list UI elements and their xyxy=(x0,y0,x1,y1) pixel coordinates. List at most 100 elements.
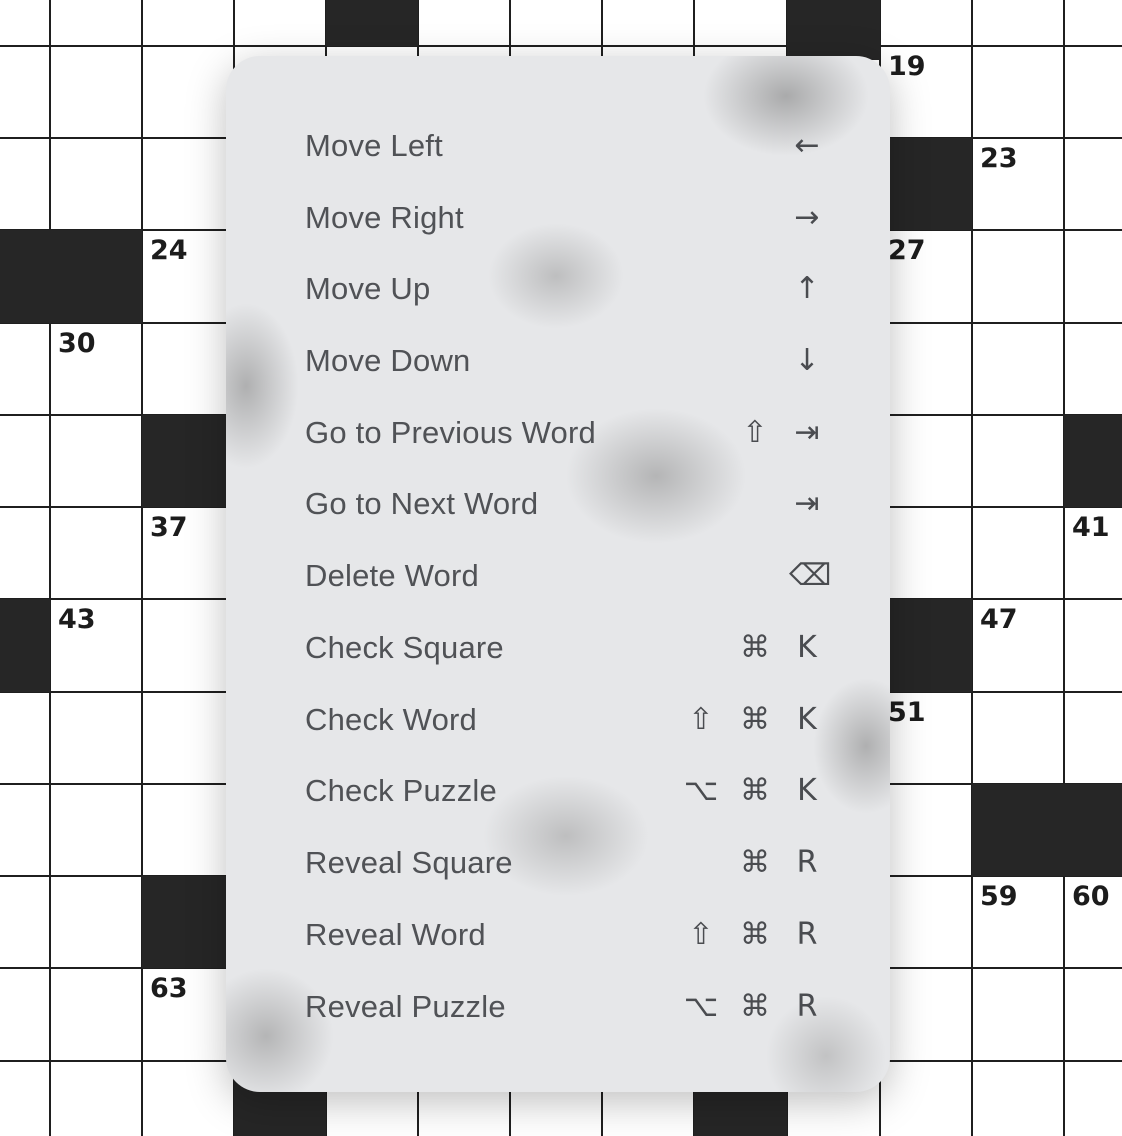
menu-item-move-left[interactable]: Move Left ← xyxy=(305,121,825,171)
black-square xyxy=(972,784,1122,876)
modifier-key xyxy=(737,551,773,601)
menu-item-label: Check Square xyxy=(305,630,504,665)
shortcut-keys: ← xyxy=(675,121,825,171)
shift-icon: ⇧ xyxy=(688,917,714,952)
black-square xyxy=(0,599,50,692)
black-square xyxy=(0,230,142,323)
menu-item-label: Check Puzzle xyxy=(305,773,497,808)
modifier-key xyxy=(737,264,773,314)
command-icon: ⌘ xyxy=(740,702,770,737)
clue-number: 47 xyxy=(980,604,1018,635)
modifier-key xyxy=(683,264,719,314)
modifier-key xyxy=(683,551,719,601)
modifier-key xyxy=(737,193,773,243)
command-icon: ⌘ xyxy=(740,989,770,1024)
menu-item-move-up[interactable]: Move Up ↑ xyxy=(305,264,825,314)
key-label: K xyxy=(797,630,817,665)
black-square xyxy=(142,415,234,507)
menu-item-label: Delete Word xyxy=(305,558,479,593)
clue-number: 19 xyxy=(888,51,926,82)
modifier-key xyxy=(683,408,719,458)
clue-number: 51 xyxy=(888,697,926,728)
grid-line xyxy=(0,45,1122,47)
black-square xyxy=(880,138,972,230)
down-arrow-icon: ↓ xyxy=(794,343,820,378)
shortcut-keys: ⌥ ⌘ R xyxy=(675,982,825,1032)
command-icon: ⌘ xyxy=(740,630,770,665)
modifier-key xyxy=(683,121,719,171)
menu-item-label: Go to Previous Word xyxy=(305,415,596,450)
modifier-key xyxy=(737,479,773,529)
shortcut-keys: ⌘ R xyxy=(675,838,825,888)
menu-item-previous-word[interactable]: Go to Previous Word ⇧ ⇥ xyxy=(305,408,825,458)
command-icon: ⌘ xyxy=(740,917,770,952)
clue-number: 59 xyxy=(980,881,1018,912)
clue-number: 41 xyxy=(1072,512,1110,543)
clue-number: 60 xyxy=(1072,881,1110,912)
black-square xyxy=(880,599,972,692)
shift-icon: ⇧ xyxy=(742,415,768,450)
black-square xyxy=(787,0,880,60)
shortcut-keys: ↓ xyxy=(675,336,825,386)
command-icon: ⌘ xyxy=(740,845,770,880)
menu-item-label: Move Up xyxy=(305,271,431,306)
key-label: R xyxy=(796,845,818,880)
menu-item-delete-word[interactable]: Delete Word ⌫ xyxy=(305,551,832,601)
menu-item-reveal-square[interactable]: Reveal Square ⌘ R xyxy=(305,838,825,888)
option-icon: ⌥ xyxy=(683,773,719,808)
shortcut-keys: ↑ xyxy=(675,264,825,314)
clue-number: 23 xyxy=(980,143,1018,174)
menu-item-reveal-puzzle[interactable]: Reveal Puzzle ⌥ ⌘ R xyxy=(305,982,825,1032)
option-icon: ⌥ xyxy=(683,989,719,1024)
modifier-key xyxy=(683,193,719,243)
black-square xyxy=(1064,415,1122,507)
shortcut-keys: ⇧ ⇥ xyxy=(675,408,825,458)
menu-item-label: Reveal Puzzle xyxy=(305,989,506,1024)
menu-item-label: Reveal Square xyxy=(305,845,513,880)
tab-icon: ⇥ xyxy=(794,415,820,450)
tab-icon: ⇥ xyxy=(794,486,820,521)
modifier-key xyxy=(737,336,773,386)
grid-line xyxy=(1063,0,1065,1136)
modifier-key xyxy=(683,336,719,386)
key-label: R xyxy=(796,989,818,1024)
modifier-key xyxy=(683,838,719,888)
menu-item-label: Go to Next Word xyxy=(305,486,539,521)
menu-item-move-right[interactable]: Move Right → xyxy=(305,193,825,243)
up-arrow-icon: ↑ xyxy=(794,271,820,306)
black-square xyxy=(326,0,418,46)
menu-item-check-puzzle[interactable]: Check Puzzle ⌥ ⌘ K xyxy=(305,766,825,816)
command-icon: ⌘ xyxy=(740,773,770,808)
modifier-key xyxy=(683,479,719,529)
shift-icon: ⇧ xyxy=(688,702,714,737)
menu-item-check-square[interactable]: Check Square ⌘ K xyxy=(305,623,825,673)
clue-number: 63 xyxy=(150,973,188,1004)
clue-number: 37 xyxy=(150,512,188,543)
menu-item-check-word[interactable]: Check Word ⇧ ⌘ K xyxy=(305,695,825,745)
shortcut-keys: ⌘ K xyxy=(675,623,825,673)
shortcut-keys: ⇥ xyxy=(675,479,825,529)
menu-item-label: Check Word xyxy=(305,702,477,737)
left-arrow-icon: ← xyxy=(794,128,820,163)
keyboard-shortcuts-menu: Move Left ← Move Right → Move Up ↑ Move … xyxy=(226,56,890,1092)
shortcut-keys: ⌥ ⌘ K xyxy=(675,766,825,816)
shortcut-keys: → xyxy=(675,193,825,243)
menu-item-next-word[interactable]: Go to Next Word ⇥ xyxy=(305,479,825,529)
menu-item-reveal-word[interactable]: Reveal Word ⇧ ⌘ R xyxy=(305,910,825,960)
menu-item-move-down[interactable]: Move Down ↓ xyxy=(305,336,825,386)
shortcut-keys: ⌫ xyxy=(675,551,832,601)
clue-number: 27 xyxy=(888,235,926,266)
menu-item-label: Move Right xyxy=(305,200,464,235)
shortcut-keys: ⇧ ⌘ R xyxy=(675,910,825,960)
right-arrow-icon: → xyxy=(794,200,820,235)
key-label: K xyxy=(797,773,817,808)
grid-line xyxy=(49,0,51,1136)
clue-number: 30 xyxy=(58,328,96,359)
clue-number: 24 xyxy=(150,235,188,266)
key-label: K xyxy=(797,702,817,737)
shortcut-keys: ⇧ ⌘ K xyxy=(675,695,825,745)
key-label: R xyxy=(796,917,818,952)
modifier-key xyxy=(683,623,719,673)
delete-icon: ⌫ xyxy=(789,558,832,593)
menu-item-label: Move Down xyxy=(305,343,471,378)
